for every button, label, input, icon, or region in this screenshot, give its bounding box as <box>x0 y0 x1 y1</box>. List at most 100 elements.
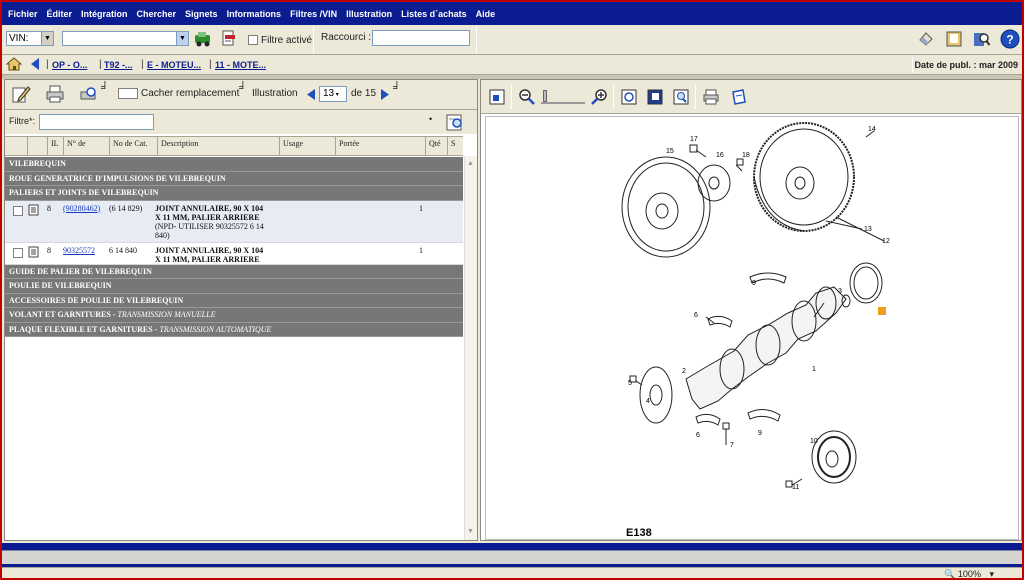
callout-label: 14 <box>868 126 876 133</box>
callout-labels: 17 16 18 15 14 13 12 9 3 6 2 1 5 4 6 7 9 <box>628 126 890 491</box>
book-icon[interactable] <box>944 29 964 49</box>
filter-input[interactable] <box>39 114 154 130</box>
home-icon[interactable] <box>6 56 22 72</box>
section-row-paliers-joints[interactable]: PALIERS ET JOINTS DE VILEBREQUIN <box>5 186 463 201</box>
column-quantity[interactable]: Qté <box>425 137 447 155</box>
zoom-window-icon[interactable] <box>671 87 691 107</box>
parts-list-scrollbar[interactable]: ▲ ▼ <box>464 156 477 540</box>
illustration-toolbar <box>481 80 1021 114</box>
menu-filtres-vin[interactable]: Filtres /VIN <box>290 9 337 19</box>
zoom-level[interactable]: 🔍 100% ▾ <box>944 569 994 579</box>
column-description[interactable]: Description <box>157 137 279 155</box>
back-arrow-icon[interactable] <box>28 56 42 72</box>
vin-input[interactable]: ▼ <box>62 31 189 46</box>
menu-informations[interactable]: Informations <box>227 9 282 19</box>
breadcrumb-item-t92[interactable]: T92 -... <box>104 60 133 70</box>
page-number-input[interactable]: 13 ▾ <box>319 86 347 102</box>
callout-label: 9 <box>758 430 762 437</box>
section-row-plaque-flexible[interactable]: PLAQUE FLEXIBLE ET GARNITURES - TRANSMIS… <box>5 322 463 337</box>
menu-signets[interactable]: Signets <box>185 9 218 19</box>
print-preview-icon[interactable] <box>79 84 99 104</box>
previous-page-icon[interactable] <box>305 86 317 102</box>
zoom-icon: 🔍 <box>944 569 956 579</box>
callout-label: 11 <box>792 484 799 491</box>
search-magnifier-icon[interactable] <box>972 29 992 49</box>
print-icon[interactable] <box>45 84 65 104</box>
cell-catalog-number: (6 14 829) <box>109 203 143 213</box>
filtre-active-checkbox[interactable] <box>248 35 258 45</box>
breadcrumb-item-moteur[interactable]: E - MOTEU... <box>147 60 201 70</box>
description-line: 840) <box>155 230 170 240</box>
menu-illustration[interactable]: Illustration <box>346 9 392 19</box>
parts-detail-icon[interactable] <box>28 246 40 260</box>
description-line: X 11 MM, PALIER ARRIERE <box>155 212 260 222</box>
vin-type-select[interactable]: VIN: ▼ <box>6 31 54 46</box>
section-row-guide-palier[interactable]: GUIDE DE PALIER DE VILEBREQUIN <box>5 264 463 279</box>
print-illustration-icon[interactable] <box>701 87 721 107</box>
row-select-checkbox[interactable] <box>13 205 23 216</box>
help-icon[interactable]: ? <box>1000 29 1020 49</box>
exploded-view-diagram[interactable]: 17 16 18 15 14 13 12 9 3 6 2 1 5 4 6 7 9 <box>485 116 1019 540</box>
filter-dropdown-icon[interactable]: • <box>429 114 432 124</box>
column-usage[interactable]: Usage <box>279 137 335 155</box>
table-row[interactable]: 8 90325572 6 14 840 JOINT ANNULAIRE, 90 … <box>5 242 463 265</box>
column-s[interactable]: S <box>447 137 463 155</box>
eraser-icon[interactable] <box>916 29 936 49</box>
menu-integration[interactable]: Intégration <box>81 9 128 19</box>
parts-table-header: IL N° de No de Cat. Description Usage Po… <box>5 136 463 156</box>
parts-detail-icon[interactable] <box>28 204 40 218</box>
fullscreen-icon[interactable] <box>619 87 639 107</box>
callout-label: 3 <box>838 288 842 295</box>
section-title: POULIE DE VILEBREQUIN <box>9 281 112 290</box>
menu-listes-achats[interactable]: Listes d´achats <box>401 9 467 19</box>
section-row-roue-generatrice[interactable]: ROUE GENERATRICE D'IMPULSIONS DE VILEBRE… <box>5 171 463 186</box>
export-icon[interactable] <box>729 87 749 107</box>
menu-chercher[interactable]: Chercher <box>137 9 177 19</box>
next-page-icon[interactable] <box>379 86 391 102</box>
scroll-down-icon[interactable]: ▼ <box>467 528 474 535</box>
part-number-link[interactable]: 90325572 <box>63 246 95 255</box>
breadcrumb-item-op[interactable]: OP - O... <box>52 60 87 70</box>
menu-fichier[interactable]: Fichier <box>8 9 38 19</box>
filtre-active-label: Filtre activé <box>261 35 313 46</box>
row-select-checkbox[interactable] <box>13 247 23 258</box>
zoom-in-icon[interactable] <box>589 87 609 107</box>
section-row-volant[interactable]: VOLANT ET GARNITURES - TRANSMISSION MANU… <box>5 308 463 323</box>
breadcrumb-item-11-moteur[interactable]: 11 - MOTE... <box>215 60 266 70</box>
vehicle-icon[interactable] <box>193 29 213 49</box>
callout-label: 1 <box>812 366 816 373</box>
cacher-remplacement-checkbox[interactable] <box>118 88 138 99</box>
column-portee[interactable]: Portée <box>335 137 425 155</box>
menu-aide[interactable]: Aide <box>476 9 496 19</box>
description-line: JOINT ANNULAIRE, 90 X 104 <box>155 245 264 255</box>
zoom-area-icon[interactable] <box>645 87 665 107</box>
callout-label: 12 <box>882 238 890 245</box>
column-catalog-number[interactable]: No de Cat. <box>109 137 157 155</box>
apply-filter-icon[interactable] <box>445 112 465 132</box>
table-row[interactable]: 8 (90280462) (6 14 829) JOINT ANNULAIRE,… <box>5 200 463 243</box>
description-line: JOINT ANNULAIRE, 90 X 104 <box>155 203 264 213</box>
raccourci-input[interactable] <box>372 30 470 46</box>
figure-label: E138 <box>626 527 652 539</box>
section-row-poulie[interactable]: POULIE DE VILEBREQUIN <box>5 279 463 294</box>
zoom-slider[interactable] <box>541 90 585 104</box>
flywheel-left <box>621 156 711 258</box>
section-row-accessoires-poulie[interactable]: ACCESSOIRES DE POULIE DE VILEBREQUIN <box>5 293 463 308</box>
zoom-out-icon[interactable] <box>517 87 537 107</box>
svg-text:?: ? <box>1006 33 1013 47</box>
callout-label: 17 <box>690 136 698 143</box>
column-part-number[interactable]: N° de <box>63 137 109 155</box>
column-il[interactable]: IL <box>47 137 63 155</box>
edit-pencil-icon[interactable] <box>11 84 31 104</box>
chevron-down-icon[interactable]: ▾ <box>989 569 994 578</box>
section-row-vilebrequin[interactable]: VILEBREQUIN <box>5 157 463 172</box>
fit-page-icon[interactable] <box>487 87 507 107</box>
zoom-slider-handle[interactable] <box>543 90 547 102</box>
scroll-up-icon[interactable]: ▲ <box>467 160 474 167</box>
part-number-link[interactable]: (90280462) <box>63 204 100 213</box>
menu-editer[interactable]: Éditer <box>47 9 73 19</box>
breadcrumb: | OP - O... | T92 -... | E - MOTEU... | … <box>2 55 1022 75</box>
chevron-down-icon[interactable]: ▼ <box>41 32 53 45</box>
chevron-down-icon[interactable]: ▼ <box>176 32 188 45</box>
vin-decode-icon[interactable] <box>219 29 239 49</box>
